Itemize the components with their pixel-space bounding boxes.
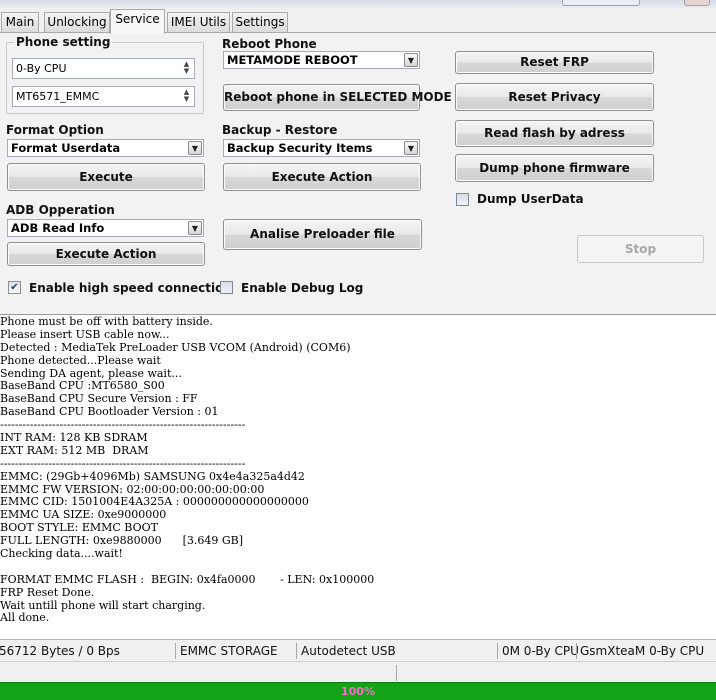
- spin-arrows-icon[interactable]: ▲ ▼: [181, 89, 192, 104]
- model-select[interactable]: MT6571_EMMC ▲ ▼: [12, 86, 195, 107]
- dropdown-arrow-icon[interactable]: ▼: [404, 141, 418, 155]
- log-line: FRP Reset Done.: [0, 585, 95, 599]
- status-bar: 56712 Bytes / 0 Bps EMMC STORAGE Autodet…: [0, 639, 716, 661]
- backup-execute-action-button[interactable]: Execute Action: [223, 163, 421, 191]
- reboot-phone-title: Reboot Phone: [222, 37, 317, 51]
- log-line: Phone detected...Please wait: [0, 353, 161, 367]
- dropdown-arrow-icon[interactable]: ▼: [188, 141, 202, 155]
- dump-userdata-checkbox[interactable]: [456, 193, 469, 206]
- reboot-mode-select[interactable]: METAMODE REBOOT ▼: [223, 51, 420, 69]
- cpu-select[interactable]: 0-By CPU ▲ ▼: [12, 58, 195, 79]
- status-separator: [175, 643, 176, 659]
- dropdown-arrow-icon[interactable]: ▼: [404, 53, 418, 67]
- progress-label: 100%: [341, 685, 375, 698]
- format-option-title: Format Option: [6, 123, 104, 137]
- adb-execute-action-button[interactable]: Execute Action: [7, 242, 205, 266]
- high-speed-label: Enable high speed connection: [29, 281, 232, 295]
- window-minimize-button[interactable]: [562, 0, 640, 6]
- phone-setting-title: Phone setting: [14, 35, 113, 49]
- status-bar-secondary: [0, 661, 716, 682]
- adb-operation-title: ADB Opperation: [6, 203, 115, 217]
- window-close-button[interactable]: [684, 0, 710, 6]
- adb-operation-value: ADB Read Info: [11, 221, 105, 235]
- tab-service[interactable]: Service: [110, 9, 165, 34]
- tab-settings[interactable]: Settings: [232, 12, 288, 32]
- backup-restore-title: Backup - Restore: [222, 123, 338, 137]
- reset-privacy-button[interactable]: Reset Privacy: [455, 83, 654, 111]
- log-line: All done.: [0, 611, 50, 625]
- high-speed-checkbox[interactable]: ✔: [8, 281, 21, 294]
- spin-arrows-icon[interactable]: ▲ ▼: [181, 61, 192, 76]
- dump-firmware-button[interactable]: Dump phone firmware: [455, 154, 654, 182]
- status-cpu: 0M 0-By CPU: [502, 644, 579, 658]
- dropdown-arrow-icon[interactable]: ▼: [188, 221, 202, 235]
- log-output[interactable]: Phone must be off with battery inside. Pl…: [0, 314, 716, 639]
- dump-userdata-label: Dump UserData: [477, 192, 584, 206]
- status-separator: [576, 643, 577, 659]
- status-usb: Autodetect USB: [301, 644, 396, 658]
- status-bytes: 56712 Bytes / 0 Bps: [0, 644, 120, 658]
- backup-restore-select[interactable]: Backup Security Items ▼: [223, 139, 420, 157]
- adb-operation-select[interactable]: ADB Read Info ▼: [7, 219, 204, 237]
- log-line: Checking data....wait!: [0, 547, 123, 561]
- log-line: EXT RAM: 512 MB DRAM: [0, 443, 149, 457]
- log-line: Phone must be off with battery inside.: [0, 315, 213, 328]
- log-line: Please insert USB cable now...: [0, 327, 170, 341]
- log-line: EMMC: (29Gb+4096Mb) SAMSUNG 0x4e4a325a4d…: [0, 469, 305, 483]
- tab-unlocking[interactable]: Unlocking: [44, 12, 110, 32]
- log-line: INT RAM: 128 KB SDRAM: [0, 431, 148, 445]
- log-line: Detected : MediaTek PreLoader USB VCOM (…: [0, 340, 351, 354]
- log-line: Wait untill phone will start charging.: [0, 598, 206, 612]
- reboot-mode-value: METAMODE REBOOT: [227, 53, 358, 67]
- format-option-select[interactable]: Format Userdata ▼: [7, 139, 204, 157]
- stop-button[interactable]: Stop: [577, 235, 704, 263]
- analise-preloader-button[interactable]: Analise Preloader file: [223, 219, 422, 250]
- backup-restore-value: Backup Security Items: [227, 141, 373, 155]
- status-user: GsmXteaM 0-By CPU: [580, 644, 705, 658]
- log-line: ----------------------------------------…: [0, 456, 246, 470]
- format-option-value: Format Userdata: [11, 141, 121, 155]
- status-separator: [497, 643, 498, 659]
- read-flash-button[interactable]: Read flash by adress: [455, 120, 654, 147]
- format-execute-button[interactable]: Execute: [7, 163, 205, 191]
- status-storage: EMMC STORAGE: [180, 644, 278, 658]
- debug-log-checkbox[interactable]: [220, 281, 233, 294]
- reboot-selected-mode-button[interactable]: Reboot phone in SELECTED MODE: [223, 84, 452, 111]
- status-separator: [396, 665, 397, 681]
- progress-bar: 100%: [0, 682, 716, 700]
- cpu-select-value: 0-By CPU: [16, 62, 67, 75]
- debug-log-label: Enable Debug Log: [241, 281, 364, 295]
- model-select-value: MT6571_EMMC: [16, 90, 100, 103]
- tab-imei-utils[interactable]: IMEI Utils: [167, 12, 230, 32]
- log-line: FORMAT EMMC FLASH : BEGIN: 0x4fa0000 - L…: [0, 572, 375, 586]
- tab-main[interactable]: Main: [1, 12, 39, 32]
- status-separator: [296, 643, 297, 659]
- checkmark-icon: ✔: [10, 282, 19, 293]
- reset-frp-button[interactable]: Reset FRP: [455, 51, 654, 74]
